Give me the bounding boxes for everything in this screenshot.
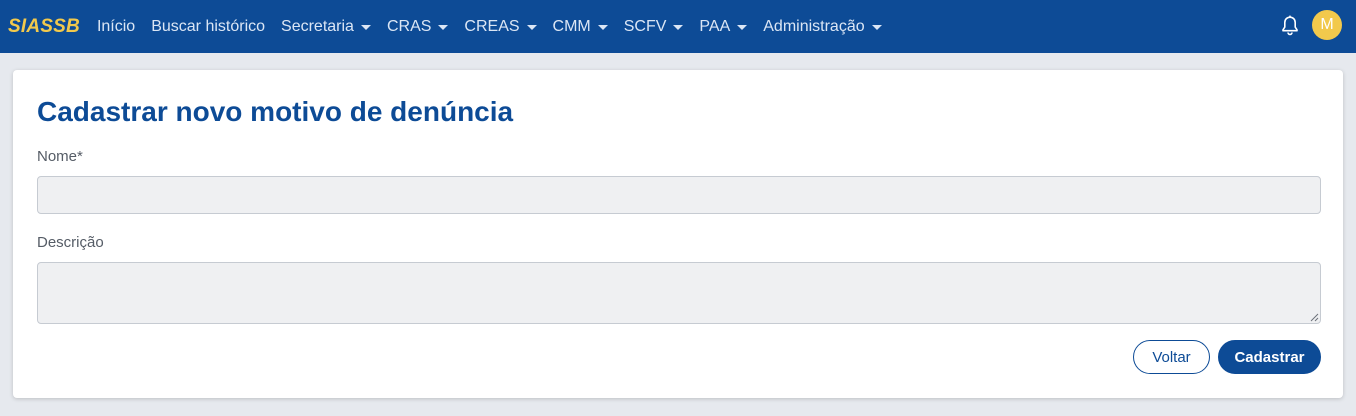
form-card: Cadastrar novo motivo de denúncia Nome* … xyxy=(13,70,1343,398)
nav-item-label: Buscar histórico xyxy=(151,17,266,35)
descricao-label: Descrição xyxy=(37,234,104,251)
chevron-down-icon xyxy=(438,24,449,30)
chevron-down-icon xyxy=(360,24,371,30)
resize-grip-icon[interactable] xyxy=(1309,312,1319,322)
nav-item-cras[interactable]: CRAS xyxy=(386,17,449,36)
nav-item-label: CREAS xyxy=(464,17,520,35)
nav-item-buscar-historico[interactable]: Buscar histórico xyxy=(151,18,265,36)
nav-item-label: SCFV xyxy=(623,17,667,35)
chevron-down-icon xyxy=(737,24,748,30)
nav-item-creas[interactable]: CREAS xyxy=(464,17,537,36)
nav-item-label: PAA xyxy=(699,17,731,35)
avatar[interactable]: M xyxy=(1312,10,1342,40)
chevron-down-icon xyxy=(597,24,608,30)
descricao-textarea[interactable] xyxy=(37,262,1321,324)
submit-button[interactable]: Cadastrar xyxy=(1218,340,1321,374)
chevron-down-icon xyxy=(673,24,684,30)
page-title: Cadastrar novo motivo de denúncia xyxy=(37,96,514,127)
nav-item-label: CRAS xyxy=(386,17,432,35)
nav-item-cmm[interactable]: CMM xyxy=(553,18,608,36)
nav-item-paa[interactable]: PAA xyxy=(699,17,748,36)
nav-item-label: Secretaria xyxy=(281,17,354,35)
brand-logo[interactable]: SIASSB xyxy=(8,16,80,38)
nome-input[interactable] xyxy=(37,176,1321,214)
nav-menu: Início Buscar histórico Secretaria CRAS … xyxy=(97,18,898,36)
nav-item-secretaria[interactable]: Secretaria xyxy=(281,18,371,36)
top-navbar: SIASSB Início Buscar histórico Secretari… xyxy=(0,0,1356,53)
nav-right-group: M xyxy=(1280,10,1342,40)
chevron-down-icon xyxy=(526,24,537,30)
back-button[interactable]: Voltar xyxy=(1133,340,1210,374)
chevron-down-icon xyxy=(871,24,882,30)
nav-item-label: Início xyxy=(96,17,136,35)
nav-item-inicio[interactable]: Início xyxy=(97,18,135,36)
bell-icon[interactable] xyxy=(1280,14,1300,36)
nome-label: Nome* xyxy=(37,148,83,165)
nav-item-scfv[interactable]: SCFV xyxy=(624,18,684,36)
nav-item-label: CMM xyxy=(552,17,591,35)
nav-item-label: Administração xyxy=(763,17,865,35)
nav-item-administracao[interactable]: Administração xyxy=(763,17,882,36)
